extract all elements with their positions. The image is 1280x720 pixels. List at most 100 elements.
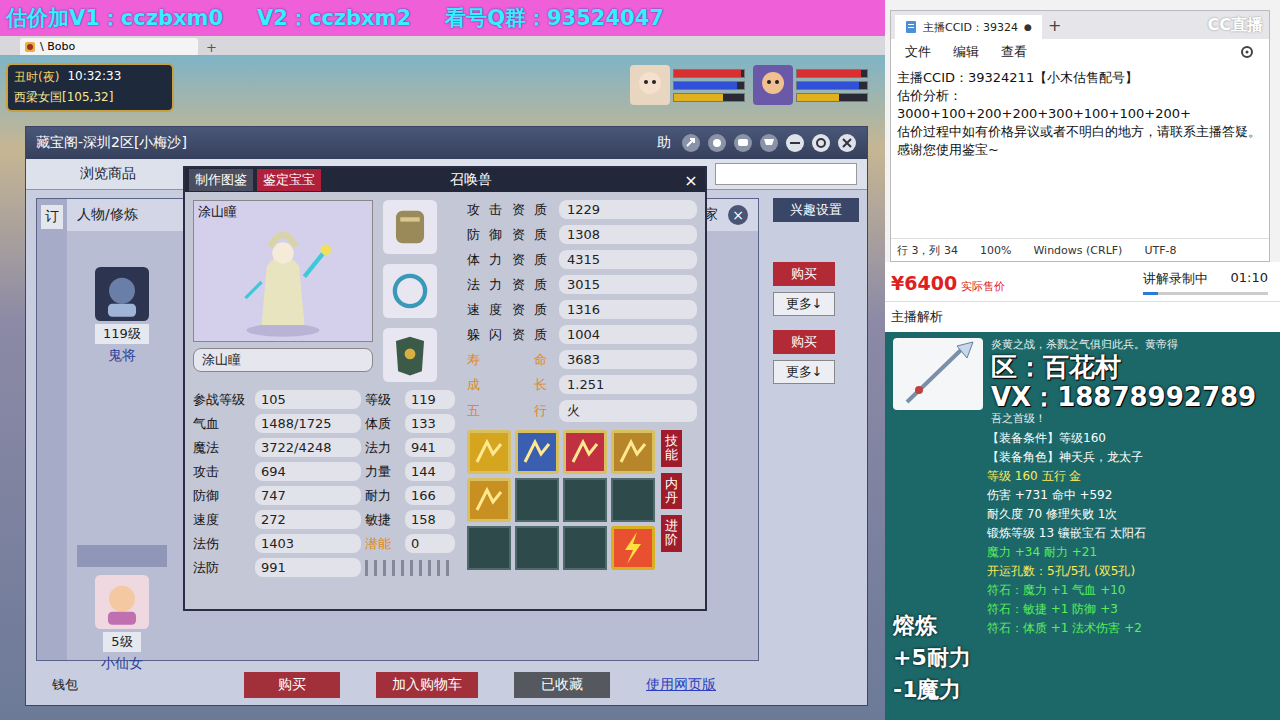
pet-body: 涂山瞳 涂山瞳 参战等级 105等级 119气血 1488/1725体质 133… — [185, 192, 705, 609]
notepad-text[interactable]: 主播CCID：39324211【小木估售配号】估价分析：3000+100+200… — [891, 65, 1269, 238]
stat-value: 105 — [255, 390, 361, 409]
notepad-tab[interactable]: 主播CCID：39324 ● — [895, 15, 1042, 39]
minimize-icon[interactable] — [785, 133, 805, 153]
share-icon[interactable] — [681, 133, 701, 153]
stat-value: 1403 — [255, 534, 361, 553]
footer-button[interactable]: 购买 — [244, 672, 340, 698]
side-button[interactable]: 进阶 — [661, 515, 682, 552]
menu-item[interactable]: 文件 — [905, 43, 931, 61]
weapon-stat-line: 耐久度 70 修理失败 1次 — [987, 506, 1272, 523]
status-bar-fill — [674, 82, 737, 89]
stat-value: 747 — [255, 486, 361, 505]
item-list: 119级 鬼将 5级 小仙女 — [67, 231, 167, 673]
new-tab-button[interactable]: + — [202, 40, 221, 55]
modified-mark: ● — [1024, 22, 1032, 32]
pet-tab[interactable]: 鉴定宝宝 — [257, 169, 321, 191]
price-amount: ¥6400 — [891, 272, 957, 294]
category-label[interactable]: 人物/修炼 — [77, 206, 138, 224]
close-icon[interactable] — [837, 133, 857, 153]
overlay-text: VX：18878992789 — [991, 382, 1272, 412]
analysis-title: 主播解析 — [885, 301, 1280, 332]
attribute-row: 体力资质 4315 — [467, 250, 697, 269]
attribute-value: 1229 — [559, 200, 697, 219]
side-button[interactable]: 技能 — [661, 430, 682, 467]
game-scene: 丑时(夜) 10:32:33 西梁女国[105,32] 藏宝阁-深圳2区[小梅沙… — [0, 55, 885, 720]
tooltip-header: 炎黄之战，杀戮之气俱归此兵。黄帝得 区：百花村VX：18878992789 吾之… — [893, 338, 1272, 426]
help-button[interactable]: 助 — [653, 134, 675, 152]
pet-portrait-row: 涂山瞳 涂山瞳 — [193, 200, 455, 382]
app-icon — [24, 41, 36, 53]
banner-text: 估价加V1：cczbxm0 — [6, 4, 223, 32]
status-bar-fill — [797, 94, 839, 101]
recording-progress-fill — [1143, 292, 1158, 295]
collar-icon[interactable] — [383, 200, 437, 254]
menu-item[interactable]: 查看 — [1001, 43, 1027, 61]
special-skill-icon[interactable] — [611, 526, 655, 570]
browser-tab[interactable]: \ Bobo — [20, 38, 198, 55]
gear-icon[interactable] — [1239, 44, 1255, 60]
notepad-icon — [905, 20, 917, 34]
cart-icon[interactable] — [759, 133, 779, 153]
portrait-icon — [630, 65, 670, 105]
stat-value: 166 — [405, 486, 455, 505]
footer-button[interactable]: 加入购物车 — [376, 672, 478, 698]
web-version-link[interactable]: 使用网页版 — [646, 676, 716, 694]
market-tab[interactable]: 浏览商品 — [66, 160, 150, 188]
attribute-value: 4315 — [559, 250, 697, 269]
more-button[interactable]: 更多↓ — [773, 292, 835, 316]
stat-label: 耐力 — [365, 487, 401, 505]
empty-skill-slot — [515, 478, 559, 522]
wallet-label[interactable]: 钱包 — [52, 676, 208, 694]
empty-skill-slot — [563, 526, 607, 570]
status-item: UTF-8 — [1144, 244, 1176, 257]
spear-icon — [893, 338, 983, 410]
settings-icon[interactable] — [811, 133, 831, 153]
item-level: 5级 — [103, 632, 140, 652]
attribute-row: 寿命 3683 — [467, 350, 697, 369]
skill-icon[interactable] — [515, 430, 559, 474]
recording-progress — [1143, 292, 1268, 295]
more-button[interactable]: 更多↓ — [773, 360, 835, 384]
skill-icon[interactable] — [467, 478, 511, 522]
market-title-bar: 藏宝阁-深圳2区[小梅沙] 助 — [26, 127, 867, 159]
interest-button[interactable]: 兴趣设置 — [773, 198, 859, 222]
status-bars — [673, 69, 745, 102]
recording-status: 讲解录制中 01:10 — [1143, 270, 1268, 295]
footer-button[interactable]: 已收藏 — [514, 672, 610, 698]
search-field[interactable] — [715, 163, 857, 185]
list-item[interactable]: 119级 鬼将 — [77, 261, 167, 545]
notepad-new-tab[interactable]: + — [1048, 16, 1061, 35]
overlay-text: 区：百花村 — [991, 352, 1272, 382]
stat-label: 气血 — [193, 415, 251, 433]
armor-icon[interactable] — [383, 328, 437, 382]
pet-image: 涂山瞳 — [193, 200, 373, 342]
skill-icon[interactable] — [611, 430, 655, 474]
pet-close-button[interactable]: × — [681, 171, 701, 190]
weapon-stat-line: 【装备条件】等级160 — [987, 430, 1272, 447]
recording-timer: 01:10 — [1231, 270, 1268, 288]
weapon-stat-line: 开运孔数：5孔/5孔 (双5孔) — [987, 563, 1272, 580]
empty-skill-slot — [563, 478, 607, 522]
item-name: 鬼将 — [108, 347, 136, 365]
chat-icon[interactable] — [733, 133, 753, 153]
pet-tab[interactable]: 制作图鉴 — [189, 169, 253, 191]
side-button[interactable]: 内丹 — [661, 473, 682, 510]
party-member[interactable] — [630, 65, 745, 105]
skill-icon[interactable] — [467, 430, 511, 474]
record-icon[interactable] — [707, 133, 727, 153]
menu-item[interactable]: 编辑 — [953, 43, 979, 61]
party-member[interactable] — [753, 65, 868, 105]
stat-label: 体质 — [365, 415, 401, 433]
ring-icon[interactable] — [383, 264, 437, 318]
sub-close-button[interactable]: × — [728, 205, 748, 225]
pet-attributes: 攻击资质 1229防御资质 1308体力资质 4315法力资质 3015速度资质… — [467, 200, 697, 422]
list-item[interactable]: 5级 小仙女 — [77, 545, 167, 673]
status-bar-fill — [797, 82, 859, 89]
skills-section: 技能内丹进阶 — [467, 430, 697, 570]
skill-icon[interactable] — [563, 430, 607, 474]
attribute-row: 攻击资质 1229 — [467, 200, 697, 219]
buy-button[interactable]: 购买 — [773, 262, 835, 286]
sub-tab[interactable]: 订 — [41, 205, 63, 229]
stat-value: 1488/1725 — [255, 414, 361, 433]
buy-button[interactable]: 购买 — [773, 330, 835, 354]
